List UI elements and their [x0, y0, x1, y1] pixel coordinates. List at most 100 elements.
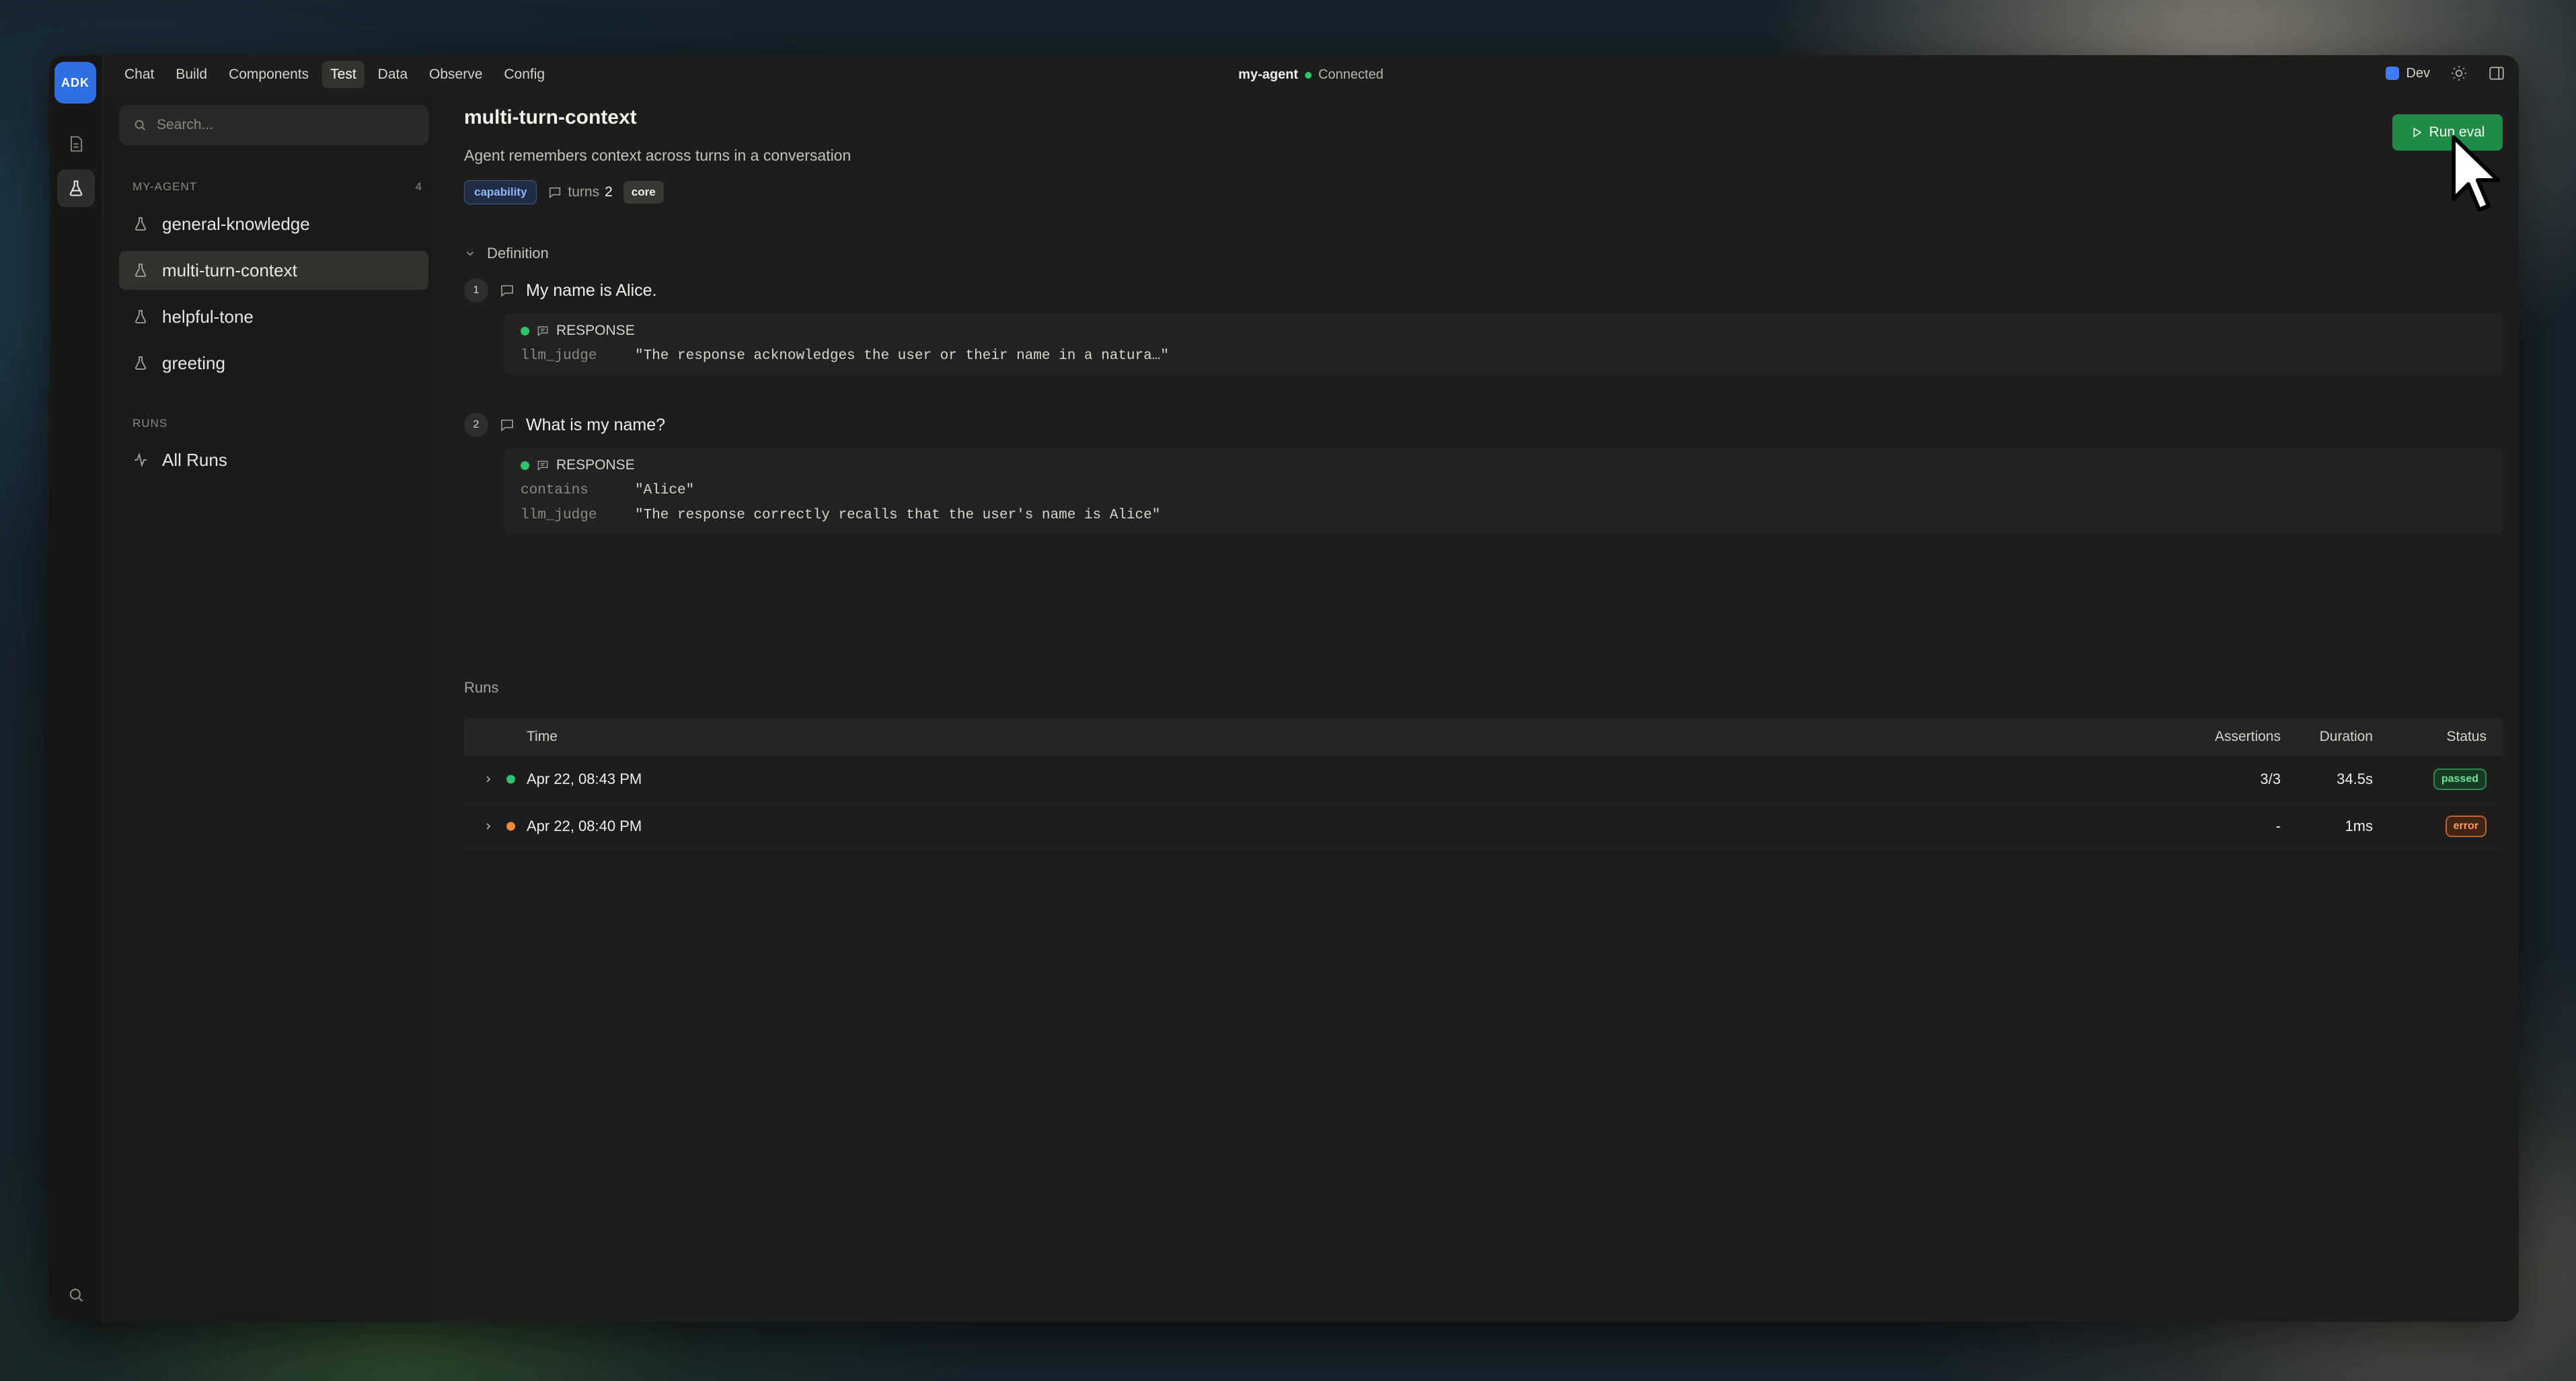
- turns-label: turns: [568, 184, 600, 200]
- search-icon[interactable]: [57, 1276, 95, 1314]
- sidebar-item-label: greeting: [162, 352, 225, 373]
- response-box: RESPONSE contains "Alice" llm_judge "The…: [504, 448, 2503, 534]
- status-badge: error: [2445, 815, 2487, 837]
- run-assertions: -: [2275, 817, 2281, 834]
- search-box[interactable]: [119, 105, 428, 145]
- tag-list: capability turns 2 core: [464, 180, 664, 204]
- status-dot: [521, 326, 529, 336]
- runs-heading: Runs: [464, 679, 499, 696]
- definition-label: Definition: [487, 245, 549, 262]
- sidebar-item-label: multi-turn-context: [162, 260, 297, 280]
- sidebar-item-general-knowledge[interactable]: general-knowledge: [119, 204, 428, 243]
- message-icon: [501, 285, 513, 297]
- tab-config[interactable]: Config: [496, 61, 553, 88]
- col-assertions[interactable]: Assertions: [2215, 729, 2281, 745]
- adk-logo[interactable]: ADK: [54, 62, 96, 104]
- response-box: RESPONSE llm_judge "The response acknowl…: [504, 313, 2503, 374]
- tab-test[interactable]: Test: [322, 61, 365, 88]
- response-icon: [537, 326, 548, 337]
- table-row[interactable]: Apr 22, 08:40 PM - 1ms error: [464, 803, 2503, 850]
- runs-table: Time Assertions Duration Status Apr 22, …: [464, 718, 2503, 850]
- search-input[interactable]: [157, 117, 412, 133]
- run-status-dot: [506, 775, 515, 783]
- sidebar-item-label: helpful-tone: [162, 306, 254, 327]
- run-status: passed: [2433, 768, 2487, 790]
- turn-2: 2 What is my name? RESPONSE contains "Al…: [464, 411, 2503, 534]
- tab-chat[interactable]: Chat: [116, 61, 162, 88]
- chevron-right-icon[interactable]: [483, 774, 494, 785]
- flask-icon: [135, 310, 146, 323]
- agent-status: my-agent Connected: [1238, 67, 1384, 83]
- turns-count: turns 2: [547, 184, 613, 200]
- run-time: Apr 22, 08:40 PM: [527, 817, 642, 834]
- status-badge: passed: [2433, 768, 2487, 790]
- status-dot: [521, 461, 529, 470]
- sidebar-item-label: All Runs: [162, 449, 227, 470]
- connection-dot: [1305, 71, 1312, 79]
- flask-icon: [135, 217, 146, 231]
- env-icon: [2386, 67, 2400, 80]
- assertion-value: "Alice": [635, 483, 695, 498]
- sidebar-item-greeting[interactable]: greeting: [119, 344, 428, 383]
- connection-status: Connected: [1318, 67, 1384, 82]
- agent-name: my-agent: [1238, 67, 1299, 82]
- run-time: Apr 22, 08:43 PM: [527, 770, 642, 787]
- env-label: Dev: [2406, 65, 2430, 81]
- tab-build[interactable]: Build: [167, 61, 215, 88]
- turn-number: 1: [464, 278, 488, 303]
- section-runs: RUNS: [132, 417, 168, 430]
- sidebar-item-label: general-knowledge: [162, 213, 310, 234]
- tab-components[interactable]: Components: [221, 61, 317, 88]
- test-sidebar: MY-AGENT 4 general-knowledge multi-turn-…: [103, 94, 432, 1322]
- response-icon: [537, 461, 548, 471]
- definition-toggle[interactable]: Definition: [464, 245, 549, 262]
- turn-number: 2: [464, 413, 488, 437]
- table-row[interactable]: Apr 22, 08:43 PM 3/3 34.5s passed: [464, 756, 2503, 803]
- assertion-row: llm_judge "The response acknowledges the…: [521, 348, 2489, 364]
- env-selector[interactable]: Dev: [2386, 66, 2430, 81]
- tab-observe[interactable]: Observe: [421, 61, 490, 88]
- top-bar: Chat Build Components Test Data Observe …: [103, 55, 2519, 94]
- panel-toggle-icon[interactable]: [2488, 65, 2505, 82]
- run-status: error: [2445, 815, 2487, 837]
- sun-icon[interactable]: [2450, 65, 2468, 82]
- flask-icon[interactable]: [57, 169, 95, 207]
- assertion-type: llm_judge: [521, 508, 597, 523]
- response-label: RESPONSE: [556, 457, 635, 473]
- chevron-down-icon: [466, 251, 474, 256]
- document-icon[interactable]: [57, 125, 95, 163]
- message-icon: [550, 187, 561, 198]
- assertion-row: llm_judge "The response correctly recall…: [521, 508, 2489, 523]
- sidebar-item-multi-turn-context[interactable]: multi-turn-context: [119, 251, 428, 290]
- tag-capability: capability: [464, 180, 537, 204]
- sidebar-item-all-runs[interactable]: All Runs: [119, 440, 428, 479]
- response-label: RESPONSE: [556, 323, 635, 338]
- mouse-cursor-icon: [2452, 135, 2500, 212]
- section-count: 4: [415, 180, 422, 193]
- section-my-agent: MY-AGENT: [132, 180, 198, 193]
- sidebar-item-helpful-tone[interactable]: helpful-tone: [119, 297, 428, 336]
- run-status-dot: [506, 822, 515, 830]
- run-duration: 1ms: [2345, 817, 2373, 834]
- flask-icon: [135, 356, 146, 370]
- table-header: Time Assertions Duration Status: [464, 718, 2503, 756]
- chevron-right-icon[interactable]: [483, 821, 494, 832]
- main-panel: multi-turn-context Agent remembers conte…: [432, 94, 2519, 1322]
- col-duration[interactable]: Duration: [2320, 729, 2373, 745]
- topbar-actions: Dev: [2386, 65, 2505, 82]
- tab-data[interactable]: Data: [370, 61, 416, 88]
- message-icon: [501, 420, 513, 432]
- page-description: Agent remembers context across turns in …: [464, 147, 851, 164]
- flask-icon: [135, 264, 146, 277]
- turn-1: 1 My name is Alice. RESPONSE llm_judge "…: [464, 277, 2503, 374]
- turn-message: My name is Alice.: [526, 280, 657, 300]
- col-status[interactable]: Status: [2446, 729, 2487, 745]
- col-time[interactable]: Time: [527, 729, 558, 745]
- main-nav: Chat Build Components Test Data Observe …: [116, 61, 553, 88]
- turn-message: What is my name?: [526, 415, 666, 434]
- assertion-row: contains "Alice": [521, 483, 2489, 498]
- play-icon: [2413, 127, 2421, 138]
- page-title: multi-turn-context: [464, 106, 637, 128]
- app-window: ADK Chat Build Components Test Data Obse…: [49, 55, 2519, 1322]
- search-icon: [135, 120, 145, 130]
